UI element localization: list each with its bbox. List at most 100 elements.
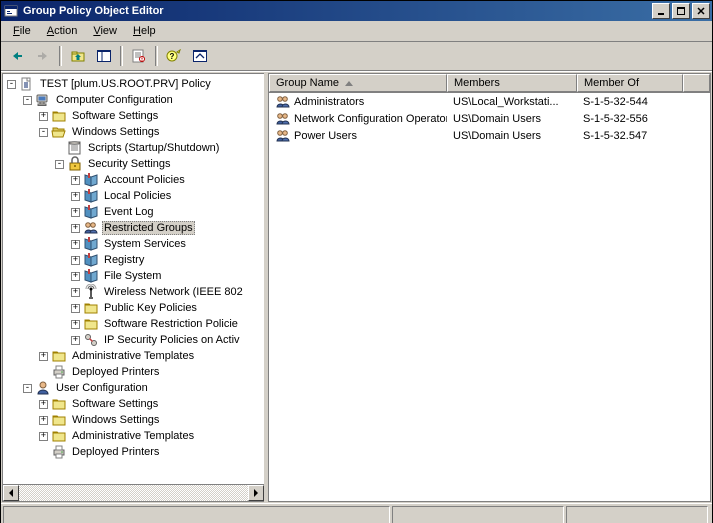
tree-label: Deployed Printers bbox=[70, 365, 161, 379]
cell-name-text: Network Configuration Operators bbox=[294, 113, 447, 125]
expand-icon[interactable]: + bbox=[71, 288, 80, 297]
tree-user-config[interactable]: - User Configuration bbox=[3, 380, 264, 396]
tree-sec-eventlog[interactable]: +Event Log bbox=[3, 204, 264, 220]
expand-icon[interactable]: + bbox=[71, 304, 80, 313]
tree-sec-local[interactable]: +Local Policies bbox=[3, 188, 264, 204]
minimize-button[interactable] bbox=[652, 3, 670, 19]
menu-view[interactable]: View bbox=[85, 23, 125, 39]
tree-label: Administrative Templates bbox=[70, 429, 196, 443]
wireless-icon bbox=[83, 284, 99, 300]
expand-icon[interactable]: + bbox=[39, 112, 48, 121]
tree-cc-scripts[interactable]: Scripts (Startup/Shutdown) bbox=[3, 140, 264, 156]
tree-label: Scripts (Startup/Shutdown) bbox=[86, 141, 221, 155]
col-group-name[interactable]: Group Name bbox=[269, 74, 447, 92]
back-button[interactable] bbox=[5, 44, 29, 68]
expand-icon[interactable]: + bbox=[39, 416, 48, 425]
list-row[interactable]: Network Configuration OperatorsUS\Domain… bbox=[269, 110, 710, 127]
list-body[interactable]: AdministratorsUS\Local_Workstati...S-1-5… bbox=[269, 93, 710, 501]
menu-action[interactable]: Action bbox=[39, 23, 86, 39]
forward-button[interactable] bbox=[31, 44, 55, 68]
tree-uc-printers[interactable]: Deployed Printers bbox=[3, 444, 264, 460]
folder-icon bbox=[83, 316, 99, 332]
expand-icon[interactable]: + bbox=[71, 240, 80, 249]
tree-view[interactable]: -TEST [plum.US.ROOT.PRV] Policy-Computer… bbox=[3, 74, 264, 484]
app-icon bbox=[3, 3, 19, 19]
tree-cc-printers[interactable]: Deployed Printers bbox=[3, 364, 264, 380]
collapse-icon[interactable]: - bbox=[55, 160, 64, 169]
list-row[interactable]: Power UsersUS\Domain UsersS-1-5-32.547 bbox=[269, 127, 710, 144]
tree-sec-restricted[interactable]: +Restricted Groups bbox=[3, 220, 264, 236]
tree-sec-ipsec[interactable]: +IP Security Policies on Activ bbox=[3, 332, 264, 348]
col-member-of[interactable]: Member Of bbox=[577, 74, 683, 92]
tree-sec-filesystem[interactable]: +File System bbox=[3, 268, 264, 284]
expand-icon[interactable]: + bbox=[71, 224, 80, 233]
expand-icon[interactable]: + bbox=[39, 432, 48, 441]
cell-name: Administrators bbox=[269, 93, 447, 111]
tree-sec-registry[interactable]: +Registry bbox=[3, 252, 264, 268]
tree-label: User Configuration bbox=[54, 381, 150, 395]
expand-icon[interactable]: + bbox=[39, 400, 48, 409]
tree-label: Windows Settings bbox=[70, 125, 161, 139]
title-bar[interactable]: Group Policy Object Editor bbox=[1, 1, 712, 21]
tree-h-scrollbar[interactable] bbox=[3, 484, 264, 501]
collapse-icon[interactable]: - bbox=[7, 80, 16, 89]
menu-file[interactable]: File bbox=[5, 23, 39, 39]
tree-label: Software Restriction Policie bbox=[102, 317, 240, 331]
menu-help[interactable]: Help bbox=[125, 23, 164, 39]
expand-icon[interactable]: + bbox=[71, 192, 80, 201]
tree-root[interactable]: -TEST [plum.US.ROOT.PRV] Policy bbox=[3, 76, 264, 92]
tree-label: Administrative Templates bbox=[70, 349, 196, 363]
scroll-right-button[interactable] bbox=[248, 485, 264, 501]
maximize-button[interactable] bbox=[672, 3, 690, 19]
expand-icon[interactable]: + bbox=[71, 272, 80, 281]
folder-icon bbox=[51, 428, 67, 444]
expand-icon[interactable]: + bbox=[71, 320, 80, 329]
tree-cc-windows[interactable]: - Windows Settings bbox=[3, 124, 264, 140]
menu-bar: File Action View Help bbox=[1, 21, 712, 42]
collapse-icon[interactable]: - bbox=[23, 384, 32, 393]
status-pane-1 bbox=[3, 506, 390, 523]
list-row[interactable]: AdministratorsUS\Local_Workstati...S-1-5… bbox=[269, 93, 710, 110]
tree-sec-softrestrict[interactable]: + Software Restriction Policie bbox=[3, 316, 264, 332]
cell-name-text: Power Users bbox=[294, 130, 357, 142]
tree-label: Account Policies bbox=[102, 173, 187, 187]
status-pane-2 bbox=[392, 506, 564, 523]
col-filler[interactable] bbox=[683, 74, 710, 92]
close-button[interactable] bbox=[692, 3, 710, 19]
expand-spacer bbox=[39, 448, 48, 457]
tree-cc-admin[interactable]: + Administrative Templates bbox=[3, 348, 264, 364]
tree-sec-wireless[interactable]: + Wireless Network (IEEE 802 bbox=[3, 284, 264, 300]
cell-memberof: S-1-5-32-556 bbox=[577, 112, 683, 126]
collapse-icon[interactable]: - bbox=[23, 96, 32, 105]
list-pane: Group Name Members Member Of Administrat… bbox=[268, 73, 711, 502]
tree-uc-admin[interactable]: + Administrative Templates bbox=[3, 428, 264, 444]
tree-sec-pubkey[interactable]: +Public Key Policies bbox=[3, 300, 264, 316]
expand-icon[interactable]: + bbox=[71, 176, 80, 185]
help-button[interactable]: ? bbox=[162, 44, 186, 68]
expand-icon[interactable]: + bbox=[39, 352, 48, 361]
tree-sec-account[interactable]: + Account Policies bbox=[3, 172, 264, 188]
scroll-left-button[interactable] bbox=[3, 485, 19, 501]
expand-icon[interactable]: + bbox=[71, 208, 80, 217]
expand-icon[interactable]: + bbox=[71, 336, 80, 345]
tree-label: Deployed Printers bbox=[70, 445, 161, 459]
show-hide-tree-button[interactable] bbox=[92, 44, 116, 68]
collapse-icon[interactable]: - bbox=[39, 128, 48, 137]
up-button[interactable] bbox=[66, 44, 90, 68]
tree-uc-windows[interactable]: +Windows Settings bbox=[3, 412, 264, 428]
tree-uc-software[interactable]: +Software Settings bbox=[3, 396, 264, 412]
book-icon bbox=[83, 204, 99, 220]
book-icon bbox=[83, 236, 99, 252]
filter-button[interactable] bbox=[188, 44, 212, 68]
tree-computer-config[interactable]: -Computer Configuration bbox=[3, 92, 264, 108]
scroll-track[interactable] bbox=[19, 485, 248, 501]
tree-sec-services[interactable]: +System Services bbox=[3, 236, 264, 252]
expand-icon[interactable]: + bbox=[71, 256, 80, 265]
tree-label: Wireless Network (IEEE 802 bbox=[102, 285, 245, 299]
book-icon bbox=[83, 172, 99, 188]
tree-pane: -TEST [plum.US.ROOT.PRV] Policy-Computer… bbox=[2, 73, 264, 502]
properties-button[interactable] bbox=[127, 44, 151, 68]
tree-cc-security[interactable]: -Security Settings bbox=[3, 156, 264, 172]
col-members[interactable]: Members bbox=[447, 74, 577, 92]
tree-cc-software[interactable]: +Software Settings bbox=[3, 108, 264, 124]
